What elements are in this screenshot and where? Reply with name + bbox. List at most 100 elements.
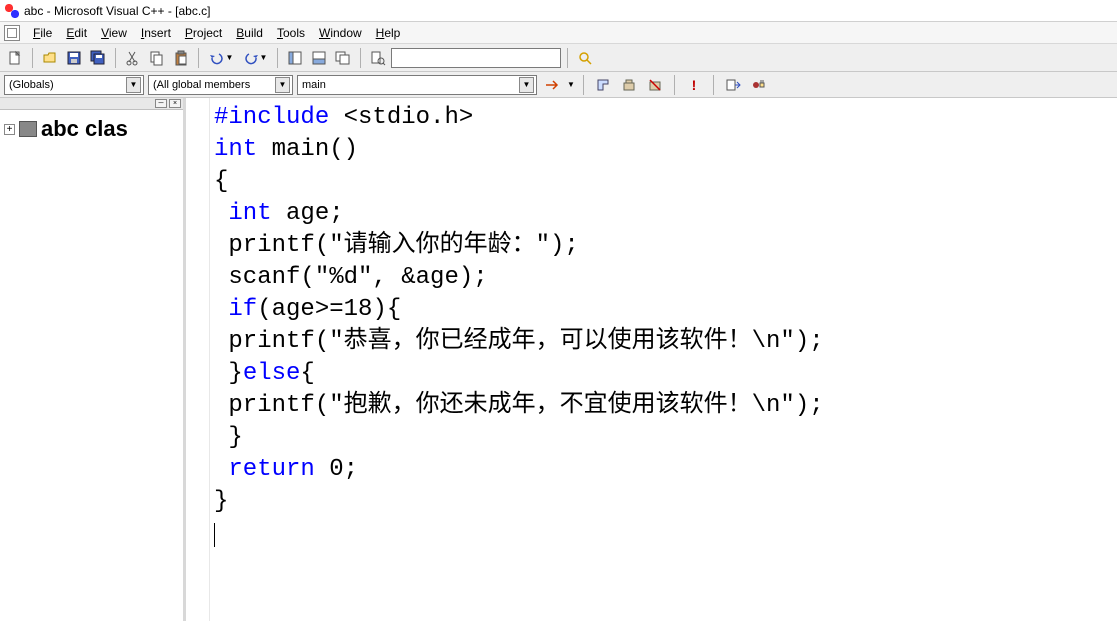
cut-icon <box>125 50 141 66</box>
save-all-button[interactable] <box>87 47 109 69</box>
dropdown-arrow-icon: ▼ <box>126 77 141 93</box>
code-token: return <box>214 456 315 483</box>
menu-build[interactable]: Build <box>229 24 270 42</box>
mdi-restore-icon[interactable] <box>4 25 20 41</box>
panel-close-button[interactable]: × <box>169 99 181 108</box>
menu-insert[interactable]: Insert <box>134 24 178 42</box>
code-token: printf("请输入你的年龄："); <box>214 232 579 259</box>
standard-toolbar: ▼ ▼ <box>0 44 1117 72</box>
code-token: 0; <box>315 456 358 483</box>
new-file-icon <box>7 50 23 66</box>
title-bar: abc - Microsoft Visual C++ - [abc.c] <box>0 0 1117 22</box>
build-button[interactable] <box>618 74 640 96</box>
paste-icon <box>173 50 189 66</box>
window-title: abc - Microsoft Visual C++ - [abc.c] <box>24 4 211 18</box>
undo-icon <box>209 50 225 66</box>
code-token: main() <box>257 136 358 163</box>
open-button[interactable] <box>39 47 61 69</box>
workspace-icon <box>287 50 303 66</box>
toolbar-separator <box>32 48 33 68</box>
toolbar-separator <box>198 48 199 68</box>
insert-breakpoint-button[interactable] <box>748 74 770 96</box>
code-token: age; <box>272 200 344 227</box>
menu-edit[interactable]: Edit <box>59 24 94 42</box>
code-area[interactable]: #include <stdio.h> int main() { int age;… <box>210 98 1117 621</box>
find-in-files-button[interactable] <box>367 47 389 69</box>
copy-button[interactable] <box>146 47 168 69</box>
save-button[interactable] <box>63 47 85 69</box>
code-token: if <box>214 296 257 323</box>
cut-button[interactable] <box>122 47 144 69</box>
find-in-files-icon <box>370 50 386 66</box>
menu-window[interactable]: Window <box>312 24 369 42</box>
toolbar-separator <box>567 48 568 68</box>
code-token: printf("抱歉，你还未成年，不宜使用该软件！\n"); <box>214 392 824 419</box>
redo-button[interactable]: ▼ <box>239 47 271 69</box>
classview-root-item[interactable]: + abc clas <box>4 116 179 142</box>
scope-combo-value: (Globals) <box>9 79 54 91</box>
compile-button[interactable] <box>592 74 614 96</box>
output-icon <box>311 50 327 66</box>
toolbar-separator <box>713 75 714 95</box>
wizard-toolbar: (Globals) ▼ (All global members ▼ main ▼… <box>0 72 1117 98</box>
classes-icon <box>19 121 37 137</box>
toolbar-separator <box>115 48 116 68</box>
undo-button[interactable]: ▼ <box>205 47 237 69</box>
workspace-button[interactable] <box>284 47 306 69</box>
code-token: } <box>214 488 228 515</box>
code-editor[interactable]: #include <stdio.h> int main() { int age;… <box>186 98 1117 621</box>
code-token: } <box>214 360 243 387</box>
dropdown-arrow-icon: ▼ <box>519 77 534 93</box>
window-list-icon <box>335 50 351 66</box>
scope-combo[interactable]: (Globals) ▼ <box>4 75 144 95</box>
search-icon <box>577 50 593 66</box>
panel-minimize-button[interactable]: ─ <box>155 99 167 108</box>
stop-build-icon <box>647 77 663 93</box>
workspace: ─ × + abc clas #include <stdio.h> int ma… <box>0 98 1117 621</box>
stop-build-button[interactable] <box>644 74 666 96</box>
go-button[interactable] <box>722 74 744 96</box>
breakpoint-icon <box>751 77 767 93</box>
menu-tools[interactable]: Tools <box>270 24 312 42</box>
save-all-icon <box>90 50 106 66</box>
classview-root-label: abc clas <box>41 116 128 142</box>
code-token: #include <box>214 104 329 131</box>
code-token: else <box>243 360 301 387</box>
members-combo[interactable]: (All global members ▼ <box>148 75 293 95</box>
build-icon <box>621 77 637 93</box>
goto-button[interactable] <box>541 74 563 96</box>
workspace-panel: ─ × + abc clas <box>0 98 186 621</box>
menu-project[interactable]: Project <box>178 24 229 42</box>
code-token: printf("恭喜，你已经成年，可以使用该软件！\n"); <box>214 328 824 355</box>
find-button[interactable] <box>574 47 596 69</box>
function-combo[interactable]: main ▼ <box>297 75 537 95</box>
toolbar-separator <box>277 48 278 68</box>
panel-header: ─ × <box>0 98 183 110</box>
compile-icon <box>595 77 611 93</box>
expand-icon[interactable]: + <box>4 124 15 135</box>
menu-help[interactable]: Help <box>369 24 408 42</box>
dropdown-arrow-icon: ▼ <box>226 53 234 62</box>
new-text-file-button[interactable] <box>4 47 26 69</box>
app-icon <box>4 3 20 19</box>
code-token: int <box>214 200 272 227</box>
open-folder-icon <box>42 50 58 66</box>
code-token: } <box>214 424 243 451</box>
toolbar-separator <box>360 48 361 68</box>
code-token: scanf("%d", &age); <box>214 264 488 291</box>
output-button[interactable] <box>308 47 330 69</box>
class-view[interactable]: + abc clas <box>0 110 183 621</box>
window-list-button[interactable] <box>332 47 354 69</box>
menu-file[interactable]: File <box>26 24 59 42</box>
paste-button[interactable] <box>170 47 192 69</box>
execute-button[interactable]: ! <box>683 74 705 96</box>
exclamation-icon: ! <box>692 77 697 93</box>
code-token: int <box>214 136 257 163</box>
find-combo[interactable] <box>391 48 561 68</box>
goto-icon <box>544 77 560 93</box>
save-icon <box>66 50 82 66</box>
dropdown-arrow-icon: ▼ <box>567 80 575 89</box>
menu-view[interactable]: View <box>94 24 134 42</box>
editor-gutter <box>186 98 210 621</box>
code-token: (age>=18){ <box>257 296 401 323</box>
